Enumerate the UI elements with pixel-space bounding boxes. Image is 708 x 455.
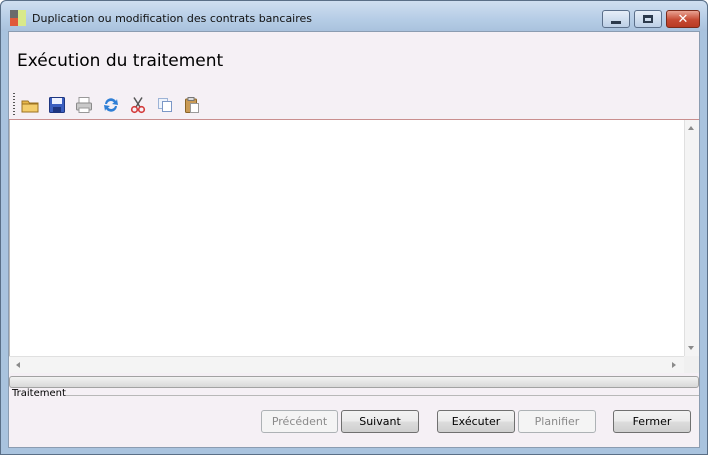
execute-button[interactable]: Exécuter [437, 410, 515, 433]
next-button[interactable]: Suivant [341, 410, 419, 433]
close-button[interactable]: Fermer [613, 410, 691, 433]
refresh-button[interactable] [100, 94, 122, 116]
paste-button[interactable] [181, 94, 203, 116]
open-button[interactable] [19, 94, 41, 116]
scroll-right-icon[interactable] [672, 362, 676, 368]
group-label: Traitement [12, 388, 66, 399]
refresh-icon [104, 98, 118, 112]
toolbar-grip[interactable] [13, 93, 15, 115]
print-icon [76, 97, 92, 113]
client-area: Exécution du traitement Traitement Précé… [8, 31, 700, 448]
app-window: Duplication ou modification des contrats… [0, 0, 708, 455]
copy-button[interactable] [154, 94, 176, 116]
scroll-up-icon[interactable] [688, 126, 694, 130]
toolbar [9, 90, 699, 120]
save-icon [49, 97, 65, 113]
scroll-left-icon[interactable] [16, 362, 20, 368]
folder-icon [21, 100, 39, 113]
save-button[interactable] [46, 94, 68, 116]
output-text-area[interactable] [9, 120, 699, 373]
maximize-icon [643, 15, 653, 23]
close-window-button[interactable]: ✕ [666, 10, 700, 28]
progress-bar [9, 376, 699, 388]
scroll-down-icon[interactable] [688, 346, 694, 350]
print-button[interactable] [73, 94, 95, 116]
window-title: Duplication ou modification des contrats… [32, 12, 313, 25]
maximize-button[interactable] [634, 10, 662, 28]
previous-button[interactable]: Précédent [261, 410, 338, 433]
cut-button[interactable] [127, 94, 149, 116]
vertical-scrollbar[interactable] [684, 120, 699, 356]
group-divider [66, 395, 699, 396]
page-title: Exécution du traitement [17, 51, 224, 71]
paste-icon [185, 97, 199, 113]
horizontal-scrollbar[interactable] [9, 356, 684, 373]
close-icon: ✕ [677, 11, 689, 27]
minimize-button[interactable] [602, 10, 630, 28]
cut-icon [130, 97, 146, 114]
scroll-corner [684, 356, 699, 373]
minimize-icon [611, 20, 621, 24]
schedule-button[interactable]: Planifier [518, 410, 596, 433]
copy-icon [158, 98, 172, 112]
app-icon [10, 10, 26, 26]
title-bar[interactable]: Duplication ou modification des contrats… [1, 1, 707, 31]
